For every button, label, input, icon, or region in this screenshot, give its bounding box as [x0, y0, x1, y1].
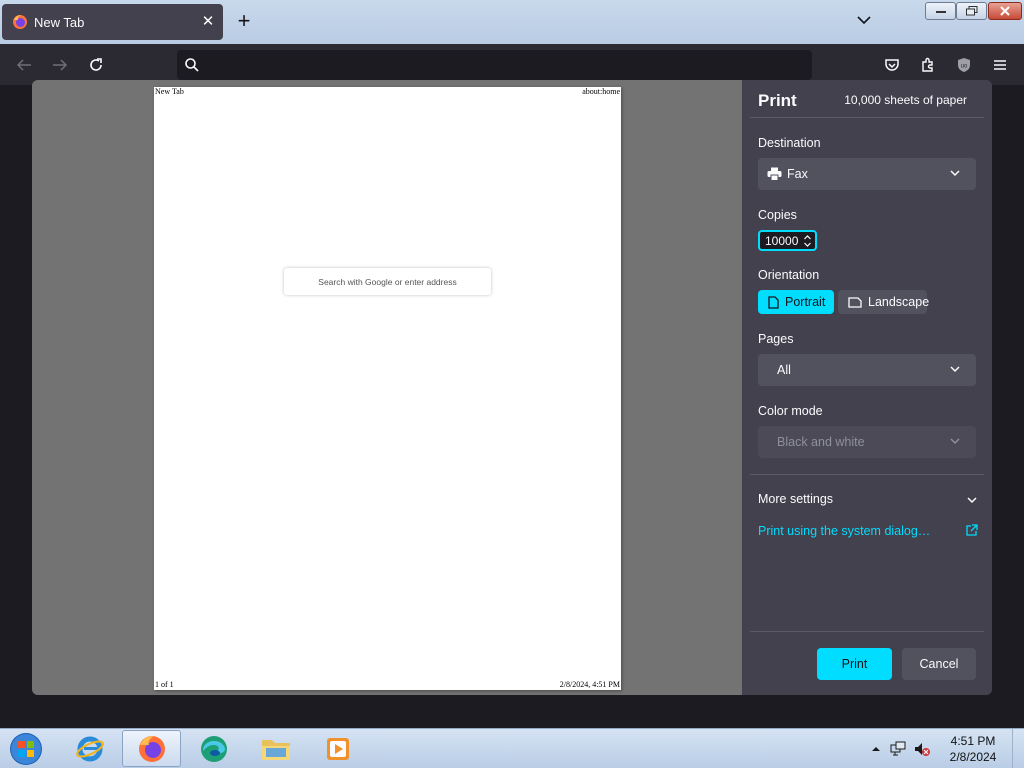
reload-icon — [90, 58, 102, 71]
app-menu-button[interactable] — [986, 52, 1014, 78]
firefox-icon — [138, 735, 165, 762]
orientation-label: Orientation — [758, 268, 820, 282]
new-tab-button[interactable]: + — [232, 10, 256, 34]
copies-input[interactable] — [765, 233, 801, 248]
url-input[interactable] — [209, 50, 799, 80]
forward-arrow-icon — [53, 59, 68, 71]
print-button[interactable]: Print — [817, 648, 892, 680]
chevron-down-icon — [967, 497, 977, 504]
portrait-label: Portrait — [785, 295, 826, 309]
firefox-icon — [13, 15, 27, 29]
pocket-icon — [885, 59, 899, 71]
pages-select[interactable]: All — [758, 354, 976, 386]
taskbar-edge[interactable] — [184, 730, 243, 767]
printer-icon — [767, 167, 782, 181]
restore-icon — [965, 6, 977, 16]
start-button[interactable] — [6, 730, 46, 768]
color-mode-label: Color mode — [758, 404, 823, 418]
cancel-button[interactable]: Cancel — [902, 648, 976, 680]
network-icon[interactable] — [890, 741, 906, 757]
print-preview-area: New Tab about:home Search with Google or… — [32, 80, 742, 695]
chevron-down-icon — [857, 16, 871, 25]
list-all-tabs-button[interactable] — [852, 12, 876, 32]
print-dialog: New Tab about:home Search with Google or… — [32, 80, 992, 695]
url-bar[interactable] — [177, 50, 812, 80]
print-settings-panel: Print 10,000 sheets of paper Destination… — [742, 80, 992, 695]
divider — [750, 117, 984, 118]
landscape-label: Landscape — [868, 295, 930, 309]
chevron-down-icon — [950, 170, 960, 177]
page-footer-right: 2/8/2024, 4:51 PM — [559, 680, 620, 689]
spinner-arrows-icon[interactable] — [803, 233, 812, 249]
minimize-button[interactable] — [925, 2, 956, 20]
pocket-button[interactable] — [878, 52, 906, 78]
divider — [750, 631, 984, 632]
destination-value: Fax — [787, 167, 808, 181]
destination-select[interactable]: Fax — [758, 158, 976, 190]
windows-orb-icon — [10, 733, 42, 765]
tab-title: New Tab — [34, 15, 85, 30]
copies-label: Copies — [758, 208, 797, 222]
show-desktop-button[interactable] — [1012, 729, 1024, 768]
svg-text:uo: uo — [961, 64, 968, 70]
divider — [750, 474, 984, 475]
color-mode-select: Black and white — [758, 426, 976, 458]
landscape-page-icon — [848, 296, 862, 308]
more-settings-label: More settings — [758, 492, 834, 506]
reload-button[interactable] — [82, 52, 110, 78]
destination-label: Destination — [758, 136, 821, 150]
system-dialog-label: Print using the system dialog… — [758, 524, 931, 538]
chevron-down-icon — [950, 438, 960, 445]
back-button[interactable] — [10, 52, 38, 78]
pages-value: All — [777, 363, 791, 377]
internet-explorer-icon — [75, 736, 104, 761]
dialog-title: Print — [758, 91, 797, 110]
search-icon — [185, 58, 199, 72]
hamburger-menu-icon — [994, 60, 1006, 70]
volume-muted-icon[interactable] — [914, 741, 930, 757]
preview-search-box: Search with Google or enter address — [284, 268, 491, 295]
page-footer-left: 1 of 1 — [155, 680, 174, 689]
color-mode-value: Black and white — [777, 435, 865, 449]
copies-field[interactable] — [758, 230, 817, 251]
portrait-page-icon — [768, 295, 779, 309]
page-header-left: New Tab — [155, 87, 184, 96]
tab-new-tab[interactable]: New Tab ✕ — [2, 4, 223, 40]
taskbar: 4:51 PM 2/8/2024 — [0, 728, 1024, 768]
folder-icon — [261, 739, 290, 760]
landscape-option[interactable]: Landscape — [838, 290, 930, 314]
minimize-icon — [935, 11, 946, 13]
show-hidden-icons-icon[interactable] — [868, 741, 884, 757]
taskbar-firefox[interactable] — [122, 730, 181, 767]
clock-time: 4:51 PM — [950, 734, 996, 748]
clock-date: 2/8/2024 — [949, 750, 997, 764]
close-icon — [1000, 6, 1010, 16]
edge-icon — [200, 735, 227, 762]
sheet-count: 10,000 sheets of paper — [844, 93, 967, 107]
restore-button[interactable] — [956, 2, 987, 20]
external-link-icon — [966, 524, 978, 536]
chevron-down-icon — [950, 366, 960, 373]
pages-label: Pages — [758, 332, 794, 346]
system-dialog-link[interactable]: Print using the system dialog… — [758, 524, 978, 542]
preview-page: New Tab about:home Search with Google or… — [154, 87, 621, 690]
more-settings-toggle[interactable]: More settings — [758, 492, 978, 510]
title-bar: New Tab ✕ + — [0, 0, 1024, 44]
taskbar-clock[interactable]: 4:51 PM 2/8/2024 — [938, 733, 1008, 765]
page-header-right: about:home — [582, 87, 620, 96]
taskbar-file-explorer[interactable] — [246, 730, 305, 767]
back-arrow-icon — [16, 59, 31, 71]
close-tab-icon[interactable]: ✕ — [198, 12, 218, 32]
media-player-icon — [326, 737, 349, 760]
taskbar-media-player[interactable] — [308, 730, 367, 767]
extensions-button[interactable] — [914, 52, 942, 78]
close-window-button[interactable] — [988, 2, 1022, 20]
portrait-option[interactable]: Portrait — [758, 290, 834, 314]
nav-toolbar: uo — [0, 44, 1024, 85]
ublock-button[interactable]: uo — [950, 52, 978, 78]
shield-icon: uo — [958, 58, 970, 72]
taskbar-internet-explorer[interactable] — [60, 730, 119, 767]
forward-button[interactable] — [46, 52, 74, 78]
puzzle-icon — [922, 57, 933, 72]
